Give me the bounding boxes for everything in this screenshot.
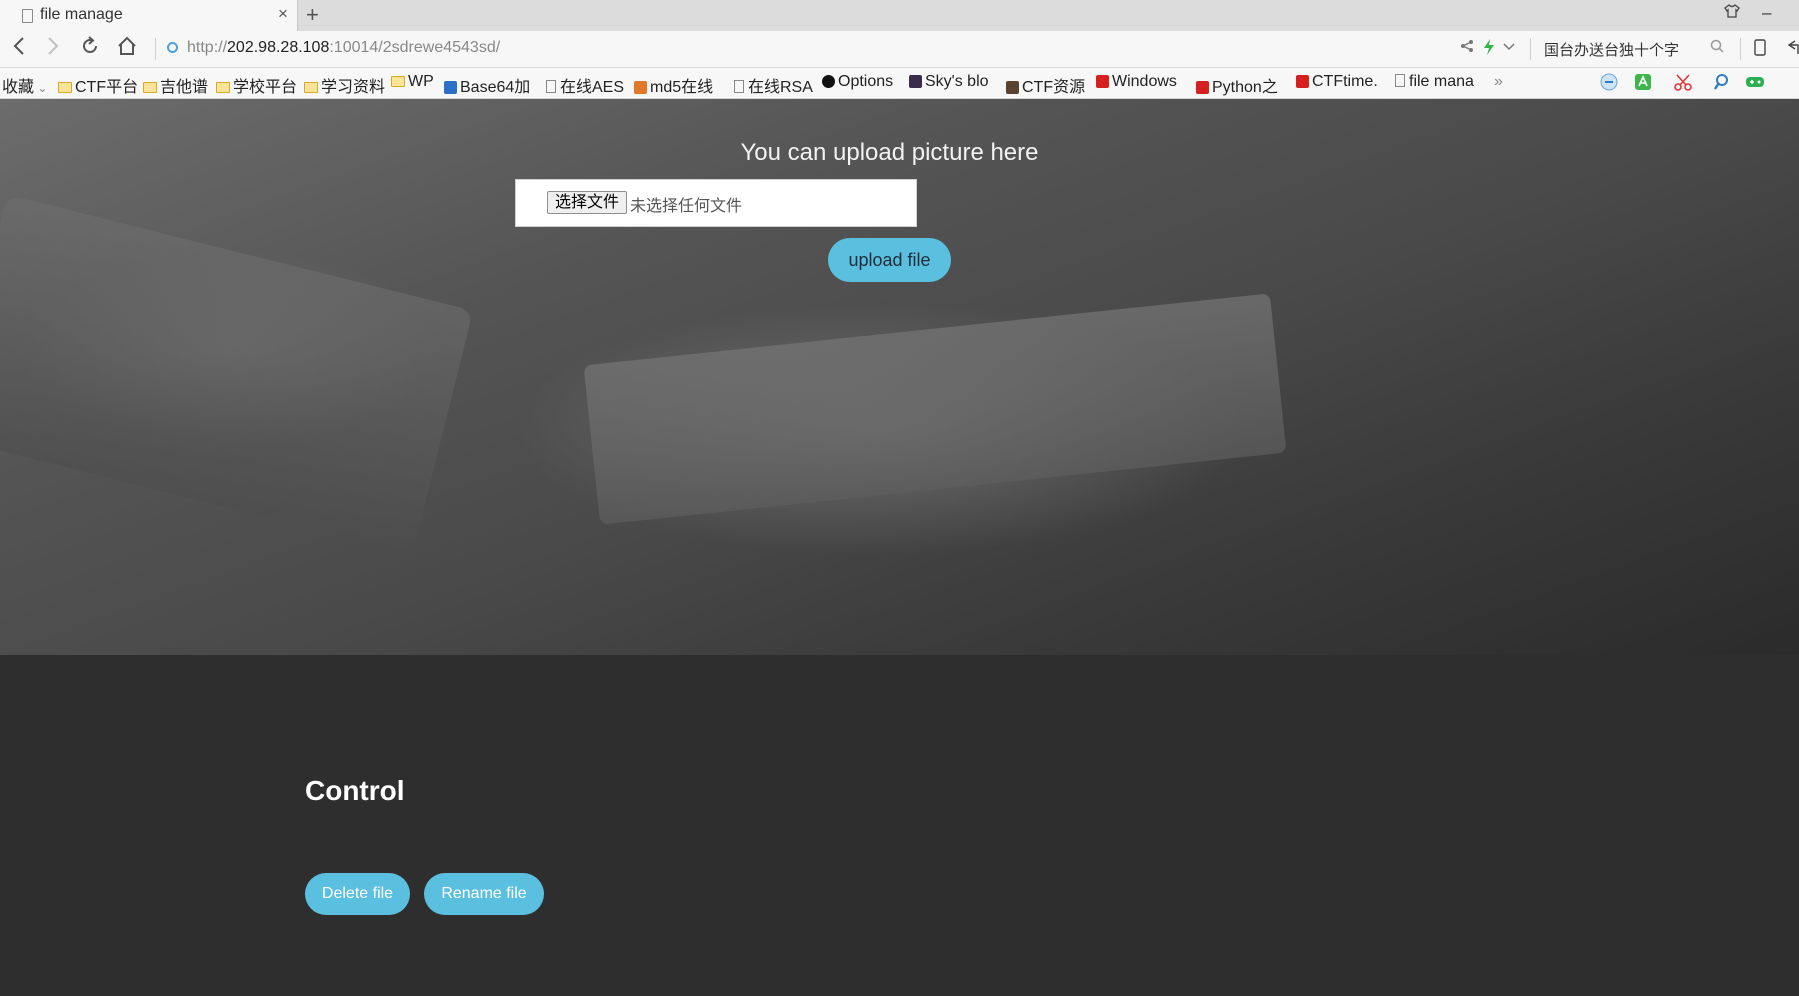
phone-icon[interactable]: [1754, 39, 1766, 59]
bookmark-link[interactable]: CTFtime.: [1296, 73, 1378, 91]
tab-bar: file manage × + –: [0, 0, 1799, 32]
page-icon: [22, 9, 33, 23]
page-icon: [1395, 74, 1405, 87]
minus-icon[interactable]: [1600, 73, 1618, 96]
github-icon: [822, 75, 835, 88]
bookmark-link[interactable]: Sky's blo: [909, 73, 989, 91]
bookmark-link[interactable]: md5在线: [634, 73, 713, 97]
bookmark-link[interactable]: file mana: [1395, 73, 1474, 91]
undo-icon[interactable]: [1787, 39, 1799, 58]
bookmarks-bar: 收藏 ⌄ CTF平台 吉他谱 学校平台 学习资料 WP Base64加 在线AE…: [0, 68, 1799, 99]
new-tab-icon[interactable]: +: [306, 2, 319, 28]
rename-file-button[interactable]: Rename file: [424, 873, 544, 915]
folder-icon: [143, 82, 157, 93]
bookmark-folder[interactable]: WP: [391, 73, 434, 91]
bookmark-link[interactable]: Windows: [1096, 73, 1177, 91]
url-field[interactable]: http://202.98.28.108:10014/2sdrewe4543sd…: [187, 39, 500, 57]
bookmark-folder[interactable]: 吉他谱: [143, 73, 208, 97]
bookmark-favorites[interactable]: 收藏 ⌄: [2, 73, 47, 97]
address-bar: http://202.98.28.108:10014/2sdrewe4543sd…: [0, 31, 1799, 68]
bookmark-link[interactable]: 在线AES: [546, 73, 624, 97]
scissors-icon[interactable]: [1674, 73, 1692, 96]
minimize-icon[interactable]: –: [1762, 3, 1771, 23]
site-loading-icon: [167, 42, 178, 53]
lightning-icon[interactable]: [1483, 39, 1495, 58]
page-icon: [734, 80, 744, 93]
site-icon: [1096, 75, 1109, 88]
site-icon: [1196, 81, 1209, 94]
folder-icon: [304, 82, 318, 93]
control-heading: Control: [305, 775, 405, 806]
bookmark-link[interactable]: Options: [822, 73, 893, 91]
upload-heading: You can upload picture here: [740, 139, 1039, 166]
shirt-icon[interactable]: [1724, 3, 1740, 24]
search-icon[interactable]: [1710, 39, 1724, 56]
divider: [1530, 38, 1531, 60]
bookmark-link[interactable]: CTF资源: [1006, 73, 1085, 97]
tab-file-manage[interactable]: file manage ×: [0, 0, 298, 31]
choose-file-button[interactable]: 选择文件: [547, 191, 628, 214]
back-icon[interactable]: [12, 36, 26, 62]
page-icon: [546, 80, 556, 93]
gamepad-icon[interactable]: [1745, 73, 1765, 96]
divider: [155, 38, 156, 60]
close-tab-icon[interactable]: ×: [278, 4, 288, 24]
bookmark-folder[interactable]: 学习资料: [304, 73, 385, 97]
share-icon[interactable]: [1460, 39, 1474, 56]
folder-icon: [58, 82, 72, 93]
folder-icon: [391, 76, 405, 87]
control-section: Control Delete file Rename file: [0, 655, 1799, 996]
home-icon[interactable]: [117, 36, 137, 62]
delete-file-button[interactable]: Delete file: [305, 873, 410, 915]
url-host: 202.98.28.108: [227, 39, 330, 56]
background-notebook: [583, 293, 1287, 525]
magnifier-icon[interactable]: [1713, 73, 1732, 96]
site-icon: [444, 81, 457, 94]
no-file-chosen-label: 未选择任何文件: [630, 198, 743, 215]
folder-icon: [216, 82, 230, 93]
bookmark-folder[interactable]: CTF平台: [58, 73, 138, 97]
bookmark-folder[interactable]: 学校平台: [216, 73, 297, 97]
bookmark-link[interactable]: Base64加: [444, 73, 530, 97]
url-scheme: http://: [187, 39, 228, 56]
file-input[interactable]: 选择文件 未选择任何文件: [515, 179, 917, 227]
bookmark-link[interactable]: Python之: [1196, 73, 1278, 97]
translate-icon[interactable]: [1634, 73, 1652, 96]
site-icon: [634, 81, 647, 94]
upload-file-button[interactable]: upload file: [828, 238, 951, 282]
site-icon: [1006, 81, 1019, 94]
url-path: :10014/2sdrewe4543sd/: [329, 39, 501, 56]
tab-title: file manage: [40, 6, 123, 23]
search-input[interactable]: 国台办送台独十个字: [1544, 39, 1679, 60]
bookmark-link[interactable]: 在线RSA: [734, 73, 813, 97]
divider: [1740, 38, 1741, 60]
background-laptop: [0, 194, 474, 554]
site-icon: [909, 75, 922, 88]
more-bookmarks-icon[interactable]: »: [1494, 73, 1503, 91]
site-icon: [1296, 75, 1309, 88]
hero-section: You can upload picture here 选择文件 未选择任何文件…: [0, 99, 1799, 655]
chevron-down-icon[interactable]: [1503, 39, 1515, 55]
forward-icon[interactable]: [46, 36, 60, 62]
reload-icon[interactable]: [80, 36, 100, 62]
